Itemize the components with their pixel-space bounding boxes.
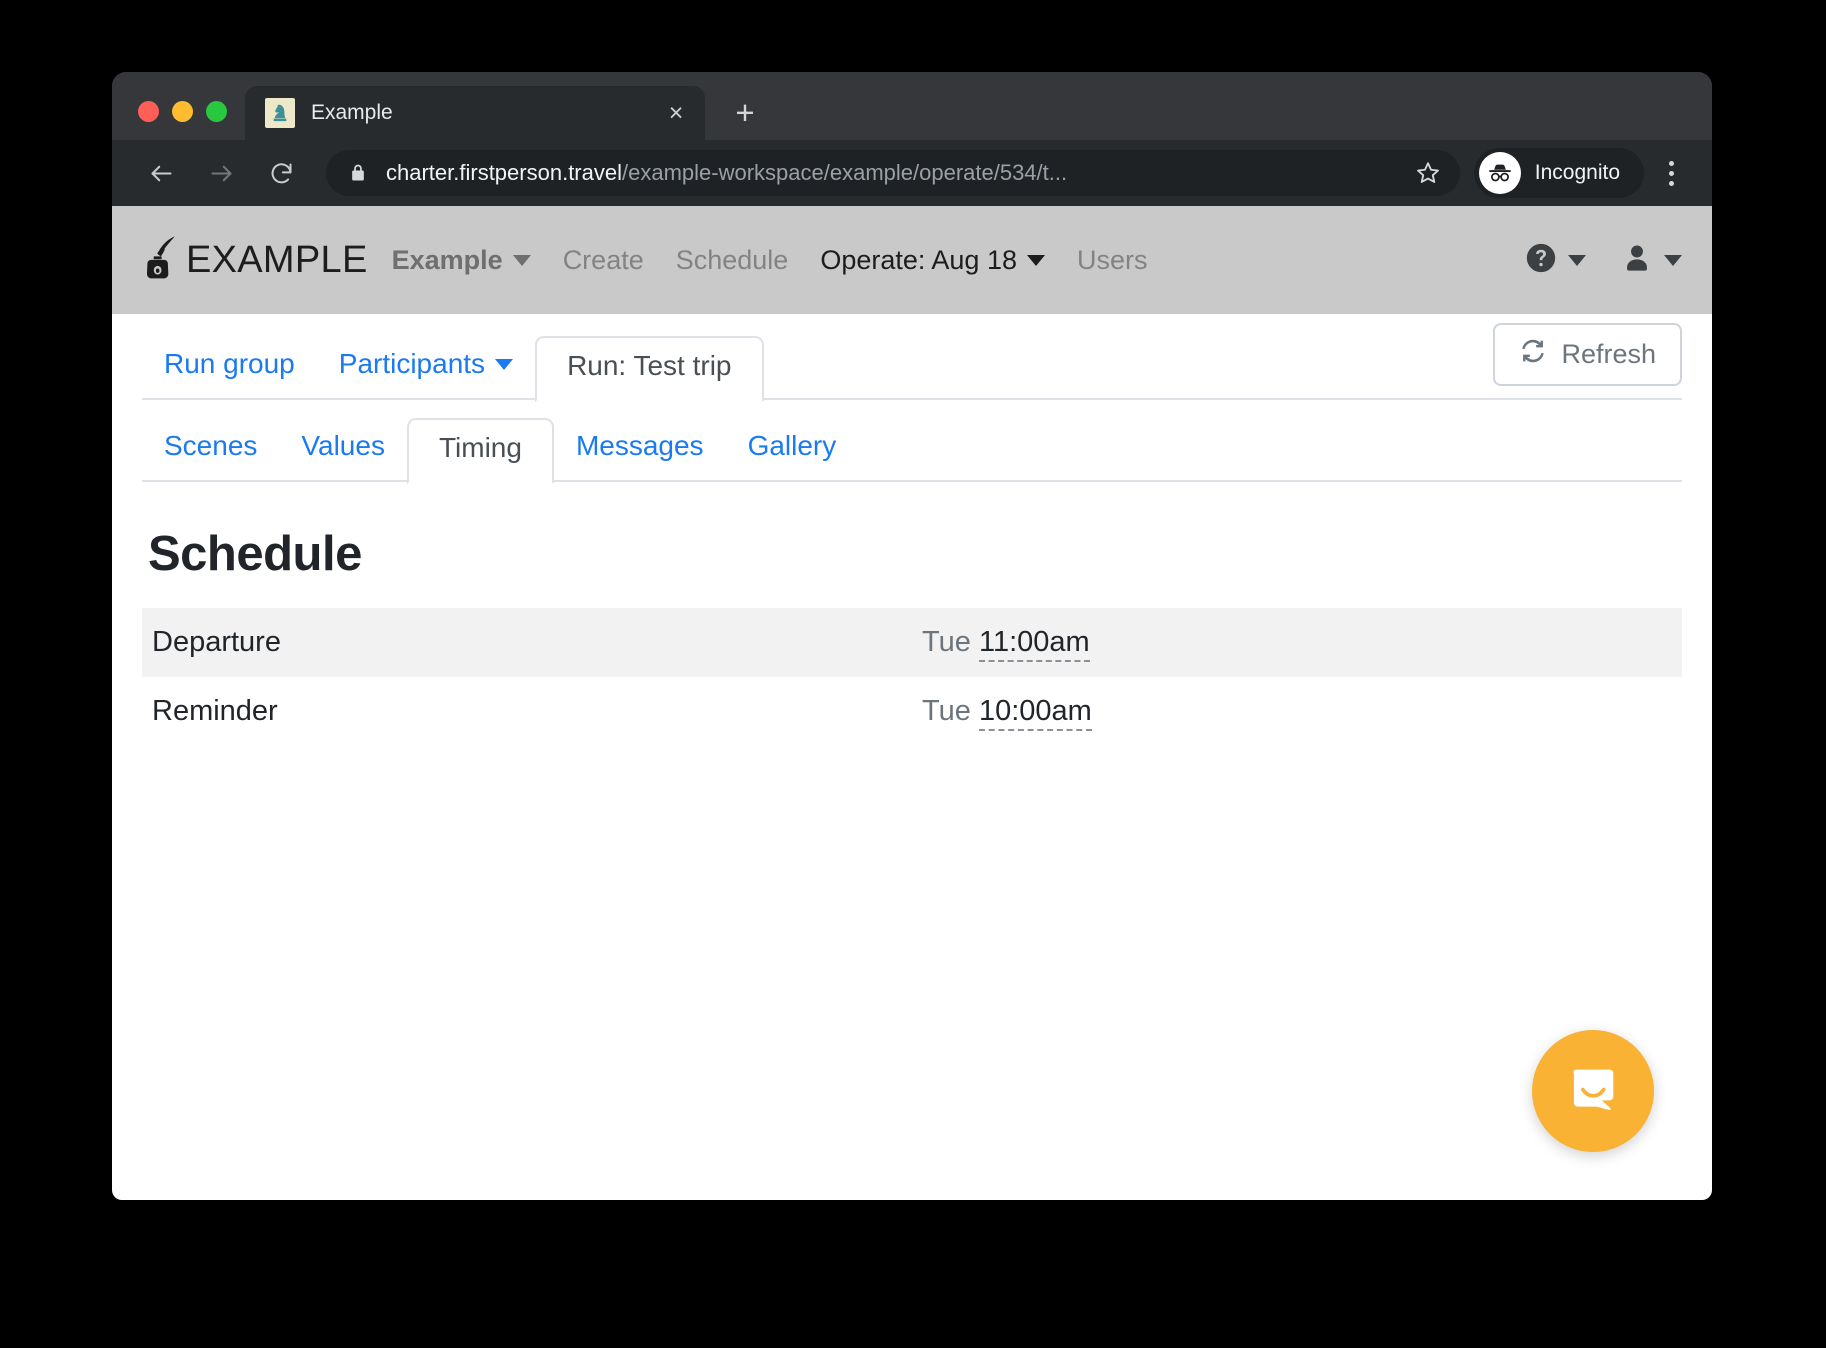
table-row: Departure Tue 11:00am [142,608,1682,677]
kebab-menu-icon[interactable] [1650,150,1692,196]
tab-gallery[interactable]: Gallery [726,416,859,482]
table-row: Reminder Tue 10:00am [142,677,1682,746]
incognito-label: Incognito [1534,161,1620,184]
sub-tabs: Scenes Values Timing Messages Gallery [112,400,1712,484]
new-tab-button[interactable]: + [723,90,767,134]
schedule-day: Tue [922,626,971,658]
chat-bubble-icon [1564,1060,1622,1123]
page-title: Schedule [148,527,362,581]
tab-run-group-label: Run group [164,348,295,379]
browser-tab[interactable]: Example × [245,86,705,140]
schedule-row-value: Tue 11:00am [912,608,1682,677]
tab-messages[interactable]: Messages [554,416,726,482]
schedule-time-editable[interactable]: 11:00am [978,626,1090,662]
tab-run-group[interactable]: Run group [142,334,317,400]
primary-tabs: Run group Participants Run: Test trip Re… [112,314,1712,402]
incognito-icon [1478,152,1521,194]
help-circle-icon [1524,241,1558,280]
close-window-button[interactable] [138,101,159,122]
arrow-left-icon[interactable] [138,150,184,196]
maximize-window-button[interactable] [206,101,227,122]
tab-participants-label: Participants [338,348,486,379]
chevron-down-icon [512,254,531,266]
chess-knight-icon [265,98,295,128]
chevron-down-icon [1568,254,1586,266]
refresh-label: Refresh [1561,339,1656,369]
app-navbar: EXAMPLE Example Create Schedule Operate:… [112,206,1712,314]
schedule-table: Departure Tue 11:00am Reminder Tue 10:00… [142,608,1682,746]
help-menu[interactable] [1524,241,1586,280]
brand-name: EXAMPLE [186,238,368,281]
url-host: charter.firstperson.travel [386,160,622,185]
url-path: /example-workspace/example/operate/534/t… [621,160,1068,185]
workspace-selector[interactable]: Example [392,245,531,276]
lock-icon [348,163,368,183]
tab-participants[interactable]: Participants [317,334,535,400]
refresh-icon [1519,337,1547,372]
tab-scenes[interactable]: Scenes [142,416,279,482]
window-controls [112,101,245,140]
schedule-row-label: Reminder [152,695,278,727]
nav-item-schedule[interactable]: Schedule [676,245,789,276]
page-viewport: EXAMPLE Example Create Schedule Operate:… [112,206,1712,1200]
nav-item-create[interactable]: Create [563,245,644,276]
chevron-down-icon [495,358,514,370]
schedule-row-value: Tue 10:00am [912,677,1682,746]
browser-toolbar: charter.firstperson.travel/example-works… [112,140,1712,206]
nav-item-users[interactable]: Users [1077,245,1148,276]
tab-run-test-trip[interactable]: Run: Test trip [535,336,764,402]
workspace-label: Example [391,244,503,275]
intercom-launcher-button[interactable] [1532,1030,1654,1152]
close-icon[interactable]: × [661,98,691,128]
browser-window: Example × + charter.firstperson.travel/e… [112,72,1712,1200]
brand-logo[interactable]: EXAMPLE [138,234,368,287]
minimize-window-button[interactable] [172,101,193,122]
address-bar[interactable]: charter.firstperson.travel/example-works… [326,150,1460,196]
tab-timing[interactable]: Timing [406,418,554,484]
incognito-indicator[interactable]: Incognito [1473,148,1644,198]
reload-icon[interactable] [258,150,304,196]
url-text: charter.firstperson.travel/example-works… [386,160,1408,186]
arrow-right-icon[interactable] [198,150,244,196]
schedule-day: Tue [922,695,971,727]
chevron-down-icon [1664,254,1682,266]
nav-item-operate[interactable]: Operate: Aug 18 [820,245,1045,276]
screenshot-root: Example × + charter.firstperson.travel/e… [0,0,1826,1348]
star-icon[interactable] [1408,153,1448,193]
tab-values[interactable]: Values [279,416,407,482]
schedule-section: Schedule Departure Tue 11:00am Reminder [112,482,1712,746]
browser-tab-strip: Example × + [112,72,1712,140]
inkwell-quill-icon [138,234,178,287]
browser-tab-title: Example [311,101,393,124]
chevron-down-icon [1026,254,1045,266]
schedule-time-editable[interactable]: 10:00am [978,695,1092,731]
nav-item-operate-label: Operate: Aug 18 [820,244,1017,275]
account-menu[interactable] [1620,241,1682,280]
refresh-button[interactable]: Refresh [1493,323,1682,386]
schedule-row-label: Departure [152,626,281,658]
tab-run-test-trip-label: Run: Test trip [567,350,732,381]
user-icon [1620,241,1654,280]
